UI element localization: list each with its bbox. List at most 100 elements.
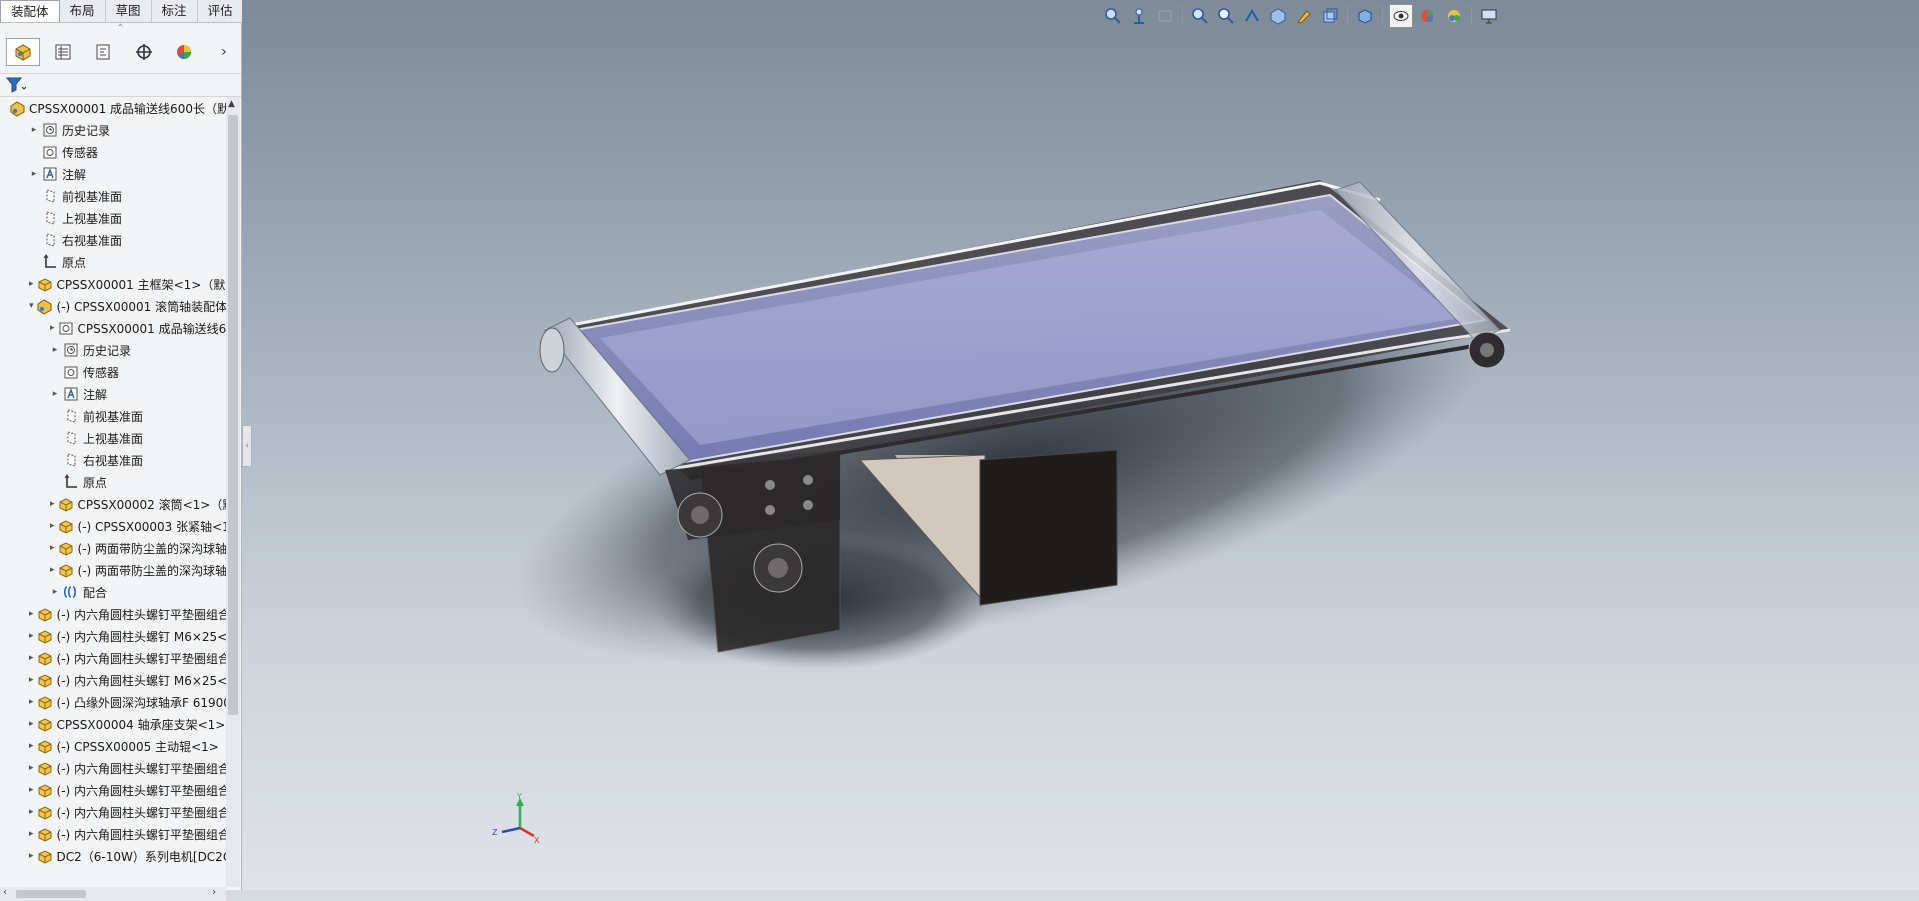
- visibility-button[interactable]: [1389, 4, 1413, 28]
- tree-item[interactable]: 上视基准面: [0, 427, 226, 449]
- view-cube-button[interactable]: [1354, 5, 1376, 27]
- expand-arrow-icon[interactable]: ▸: [29, 125, 39, 135]
- tree-item[interactable]: ▸ CPSSX00002 滚筒<1>（默认: [0, 493, 226, 515]
- tree-item[interactable]: 右视基准面: [0, 229, 226, 251]
- expand-arrow-icon[interactable]: ▸: [29, 851, 34, 861]
- dynamic-annotation-button[interactable]: [1215, 5, 1237, 27]
- part-icon: [57, 496, 75, 512]
- tree-item[interactable]: ▸ (-) 内六角圆柱头螺钉平垫圈组合: [0, 823, 226, 845]
- scene-button[interactable]: [1443, 5, 1465, 27]
- tree-item[interactable]: ▸ (-) 内六角圆柱头螺钉平垫圈组合: [0, 757, 226, 779]
- tab-1[interactable]: 布局: [60, 0, 106, 22]
- scroll-right-icon[interactable]: ›: [212, 887, 216, 898]
- dimxpert-tab[interactable]: [127, 38, 161, 66]
- expand-arrow-icon[interactable]: ▸: [50, 389, 60, 399]
- tab-0[interactable]: 装配体: [0, 0, 60, 22]
- tab-2[interactable]: 草图: [106, 0, 152, 22]
- scroll-up-icon[interactable]: ▲: [228, 99, 235, 109]
- tree-item[interactable]: ▸ (-) 两面带防尘盖的深沟球轴: [0, 559, 226, 581]
- tree-item[interactable]: ▸ CPSSX00004 轴承座支架<1>（自: [0, 713, 226, 735]
- tree-vertical-scrollbar[interactable]: ▲: [226, 97, 240, 887]
- expand-arrow-icon[interactable]: ▸: [29, 653, 34, 663]
- appearance-button[interactable]: [1417, 5, 1439, 27]
- tree-item[interactable]: 传感器: [0, 361, 226, 383]
- view-orientation-button[interactable]: [1241, 5, 1263, 27]
- panel-grip[interactable]: ⌃: [0, 23, 241, 37]
- expand-arrow-icon[interactable]: ▸: [29, 719, 34, 729]
- tree-item[interactable]: ▸ 注解: [0, 163, 226, 185]
- conveyor-model[interactable]: [242, 0, 1919, 890]
- tree-item[interactable]: ▾ (-) CPSSX00001 滚筒轴装配体<: [0, 295, 226, 317]
- view-settings-button[interactable]: [1478, 5, 1500, 27]
- expand-arrow-icon[interactable]: ▸: [29, 763, 34, 773]
- tree-item[interactable]: 上视基准面: [0, 207, 226, 229]
- tree-item-label: (-) 内六角圆柱头螺钉平垫圈组合: [56, 607, 226, 622]
- tree-item[interactable]: ▸ (-) 内六角圆柱头螺钉平垫圈组合: [0, 779, 226, 801]
- tree-item[interactable]: ▸ CPSSX00001 成品输送线60: [0, 317, 226, 339]
- tree-item[interactable]: 前视基准面: [0, 185, 226, 207]
- displaymanager-tab[interactable]: [167, 38, 201, 66]
- tree-item[interactable]: ▸ (-) CPSSX00005 主动辊<1>（默: [0, 735, 226, 757]
- tree-item[interactable]: ▸ 注解: [0, 383, 226, 405]
- part-icon: [57, 540, 75, 556]
- tree-item[interactable]: ▸ (-) 内六角圆柱头螺钉 M6×25<3: [0, 669, 226, 691]
- display-style-button[interactable]: [1267, 5, 1289, 27]
- tree-item[interactable]: ▸ CPSSX00001 主框架<1>（默认<: [0, 273, 226, 295]
- edit-appearance-button[interactable]: [1319, 5, 1341, 27]
- tree-item-label: 右视基准面: [62, 233, 123, 248]
- expand-arrow-icon[interactable]: ▸: [29, 169, 39, 179]
- graphics-area[interactable]: ⇤ ⇥ ❐ ▢ Y X Z: [242, 0, 1919, 890]
- collapse-arrow-icon[interactable]: ▾: [29, 301, 34, 311]
- expand-arrow-icon[interactable]: ▸: [50, 345, 60, 355]
- tree-item[interactable]: ▸ 配合: [0, 581, 226, 603]
- tree-item[interactable]: ▸ (-) 内六角圆柱头螺钉平垫圈组合: [0, 647, 226, 669]
- expand-arrow-icon[interactable]: ▸: [29, 631, 34, 641]
- tree-item[interactable]: 原点: [0, 471, 226, 493]
- expand-arrow-icon[interactable]: ▸: [50, 521, 55, 531]
- tree-item[interactable]: ▸ (-) 两面带防尘盖的深沟球轴: [0, 537, 226, 559]
- tree-item[interactable]: 原点: [0, 251, 226, 273]
- panel-collapse-handle[interactable]: ‹: [242, 425, 252, 467]
- tree-item[interactable]: ▸ 历史记录: [0, 339, 226, 361]
- scroll-left-icon[interactable]: ‹: [3, 887, 7, 898]
- zoom-to-area-button[interactable]: [1128, 5, 1150, 27]
- tree-horizontal-scrollbar[interactable]: ‹ ›: [0, 887, 226, 901]
- panel-tabs-more-button[interactable]: ›: [207, 38, 241, 66]
- scroll-thumb[interactable]: [228, 115, 238, 715]
- tree-item[interactable]: 右视基准面: [0, 449, 226, 471]
- expand-arrow-icon[interactable]: ▸: [50, 565, 55, 575]
- tree-item[interactable]: ▸ 历史记录: [0, 119, 226, 141]
- expand-arrow-icon[interactable]: ▸: [29, 829, 34, 839]
- previous-view-button[interactable]: [1154, 5, 1176, 27]
- tab-3[interactable]: 标注: [152, 0, 198, 22]
- expand-arrow-icon[interactable]: ▸: [50, 543, 55, 553]
- expand-arrow-icon[interactable]: ▸: [29, 741, 34, 751]
- section-view-button[interactable]: [1189, 5, 1211, 27]
- expand-arrow-icon[interactable]: ▸: [50, 587, 60, 597]
- expand-arrow-icon[interactable]: ▸: [29, 807, 34, 817]
- tree-item[interactable]: 传感器: [0, 141, 226, 163]
- tree-item[interactable]: ▸ (-) 凸缘外圆深沟球轴承F 61900-: [0, 691, 226, 713]
- configurationmanager-tab[interactable]: [86, 38, 120, 66]
- tree-item[interactable]: ▸ (-) CPSSX00003 张紧轴<1>: [0, 515, 226, 537]
- tree-filter[interactable]: [0, 73, 241, 97]
- tree-item[interactable]: ▸ (-) 内六角圆柱头螺钉平垫圈组合: [0, 801, 226, 823]
- tree-item[interactable]: ▸ DC2（6-10W）系列电机[DC2GI: [0, 845, 226, 867]
- expand-arrow-icon[interactable]: ▸: [50, 323, 55, 333]
- zoom-to-fit-button[interactable]: [1102, 5, 1124, 27]
- hide-show-button[interactable]: [1293, 5, 1315, 27]
- tree-item[interactable]: CPSSX00001 成品输送线600长（默认: [0, 97, 226, 119]
- tab-4[interactable]: 评估: [198, 0, 244, 22]
- expand-arrow-icon[interactable]: ▸: [29, 279, 34, 289]
- tree-item[interactable]: 前视基准面: [0, 405, 226, 427]
- tree-item[interactable]: ▸ (-) 内六角圆柱头螺钉 M6×25<1: [0, 625, 226, 647]
- propertymanager-tab[interactable]: [46, 38, 80, 66]
- scroll-thumb[interactable]: [16, 890, 86, 898]
- expand-arrow-icon[interactable]: ▸: [29, 675, 34, 685]
- tree-item[interactable]: ▸ (-) 内六角圆柱头螺钉平垫圈组合: [0, 603, 226, 625]
- expand-arrow-icon[interactable]: ▸: [29, 785, 34, 795]
- expand-arrow-icon[interactable]: ▸: [29, 697, 34, 707]
- expand-arrow-icon[interactable]: ▸: [29, 609, 34, 619]
- featuremanager-tab[interactable]: [6, 38, 41, 66]
- expand-arrow-icon[interactable]: ▸: [50, 499, 55, 509]
